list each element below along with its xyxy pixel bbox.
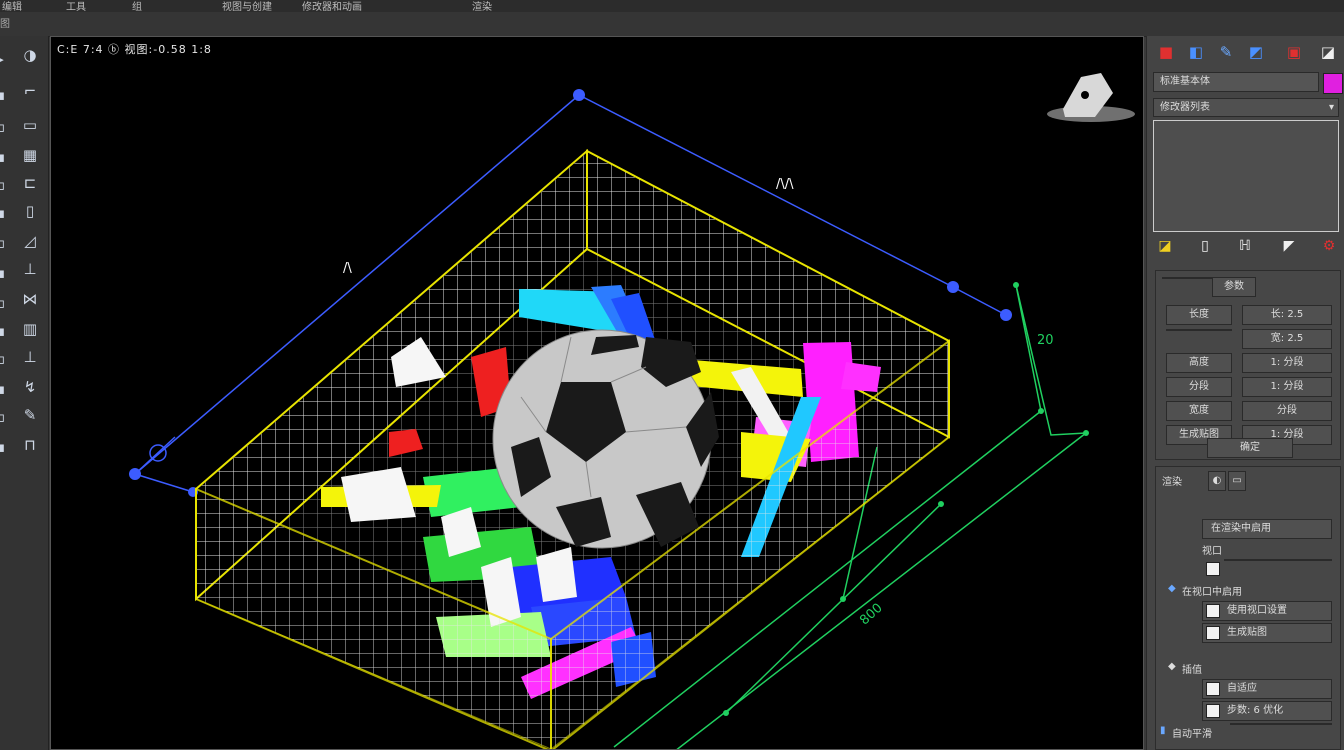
render-viewport-label: 视口 xyxy=(1202,546,1222,557)
params-ok-button[interactable]: 确定 xyxy=(1207,438,1293,458)
menu-bar: 编辑 工具 组 视图与创建 修改器和动画 渲染 xyxy=(0,0,1344,13)
viewport-scene xyxy=(129,73,1135,749)
soccer-ball xyxy=(492,329,719,549)
create-icon[interactable]: ■ xyxy=(1155,40,1177,64)
show-result-icon[interactable]: ▯ xyxy=(1193,234,1217,258)
object-name-field[interactable]: 标准基本体 xyxy=(1153,72,1319,92)
select-icon[interactable]: ▸ xyxy=(0,48,8,70)
curve-icon[interactable]: ▪ xyxy=(0,378,8,400)
space-icon[interactable]: ▥ xyxy=(18,318,42,340)
mirror-icon[interactable]: ▫ xyxy=(0,292,8,314)
align-icon[interactable]: ▪ xyxy=(0,262,8,284)
light-icon[interactable]: ⊥ xyxy=(18,258,42,280)
param-label-width-seg: 宽度 xyxy=(1166,401,1232,421)
modifier-icon[interactable]: ↯ xyxy=(18,376,42,398)
use-viewport-checkbox[interactable] xyxy=(1206,604,1220,618)
render-use-viewport-settings[interactable]: 使用视口设置 xyxy=(1202,601,1332,621)
display-icon[interactable]: ▣ xyxy=(1283,40,1305,64)
render-viewport-checkbox[interactable] xyxy=(1206,562,1220,576)
grid-icon[interactable]: ▦ xyxy=(18,144,42,166)
hierarchy-icon[interactable]: ✎ xyxy=(1215,40,1237,64)
param-length-field[interactable]: 长: 2.5 xyxy=(1242,305,1332,325)
remove-icon[interactable]: ◤ xyxy=(1277,234,1301,258)
param-width-field[interactable]: 宽: 2.5 xyxy=(1242,329,1332,349)
modifier-list-dropdown[interactable]: 修改器列表 ▾ xyxy=(1153,98,1339,117)
object-color-swatch[interactable] xyxy=(1323,73,1343,94)
sphere-icon[interactable]: ◑ xyxy=(18,44,42,66)
interpolation-header: 插值 xyxy=(1182,665,1202,676)
hierarchy-icon[interactable]: ✎ xyxy=(18,404,42,426)
modifier-list-label: 修改器列表 xyxy=(1160,102,1210,113)
book-icon[interactable]: ▯ xyxy=(18,200,42,222)
param-segments-field[interactable]: 1: 分段 xyxy=(1242,377,1332,397)
link-icon[interactable]: ▫ xyxy=(0,174,8,196)
steps-field[interactable]: 步数: 6 优化 xyxy=(1202,701,1332,721)
snap-icon[interactable]: ▫ xyxy=(0,348,8,370)
array-icon[interactable]: ▪ xyxy=(0,320,8,342)
adaptive-option[interactable]: 自适应 xyxy=(1202,679,1332,699)
rotate-icon[interactable]: ▫ xyxy=(0,116,8,138)
layer-icon[interactable]: ⊓ xyxy=(18,434,42,456)
scale-icon[interactable]: ▪ xyxy=(0,146,8,168)
render-generate-mapping[interactable]: 生成贴图 xyxy=(1202,623,1332,643)
dimension-label-right: 20 xyxy=(1037,333,1054,348)
unlink-icon[interactable]: ▪ xyxy=(0,202,8,224)
auto-smooth-label: 自动平滑 xyxy=(1172,729,1212,740)
render-enable-in-viewport: 在视口中启用 xyxy=(1182,587,1242,598)
param-height-field[interactable]: 1: 分段 xyxy=(1242,353,1332,373)
parameters-group: 参数 长度 长: 2.5 宽: 2.5 高度 1: 分段 分段 1: 分段 宽度… xyxy=(1155,270,1341,460)
toggle-icon[interactable]: ▭ xyxy=(1228,471,1246,491)
params-spacer xyxy=(1162,277,1212,279)
system-icon[interactable]: ⊥ xyxy=(18,346,42,368)
param-label-length: 长度 xyxy=(1166,305,1232,325)
secondary-toolbar-label: 图 xyxy=(0,19,10,30)
shape-icon[interactable]: ◿ xyxy=(18,230,42,252)
rendering-group: 渲染 ◐ ▭ 在渲染中启用 视口 ◆ 在视口中启用 使用视口设置 生成贴图 ◆ … xyxy=(1155,466,1341,750)
viewcube-icon xyxy=(1047,73,1135,122)
dimension-label-left: /\ xyxy=(343,261,352,276)
rendering-header: 渲染 xyxy=(1162,477,1182,488)
motion-icon[interactable]: ◩ xyxy=(1245,40,1267,64)
bind-icon[interactable]: ▫ xyxy=(0,232,8,254)
viewport-label[interactable]: C:E 7:4 ⓑ 视图:-0.58 1:8 xyxy=(57,41,212,57)
modifier-stack[interactable] xyxy=(1153,120,1339,232)
params-header[interactable]: 参数 xyxy=(1212,277,1256,297)
main-toolbar: ◑ ⌐ ▭ ▦ ⊏ ▯ ◿ ⊥ ⋈ ▥ ⊥ ↯ ✎ ⊓ ▸ ▪ ▫ ▪ ▫ ▪ … xyxy=(0,36,49,750)
modify-icon[interactable]: ◧ xyxy=(1185,40,1207,64)
interpolation-icon: ◆ xyxy=(1168,661,1176,672)
param-label-width xyxy=(1166,329,1232,331)
adaptive-checkbox[interactable] xyxy=(1206,682,1220,696)
command-panel: ■ ◧ ✎ ◩ ▣ ◪ 标准基本体 修改器列表 ▾ ◪ ▯ ℍ ◤ ⚙ 参数 长… xyxy=(1146,36,1344,750)
auto-smooth-icon: ▮ xyxy=(1160,725,1166,736)
monitor-icon[interactable]: ▭ xyxy=(18,114,42,136)
camera-icon[interactable]: ⌐ xyxy=(18,80,42,102)
render-expand-icon[interactable]: ◆ xyxy=(1168,583,1176,594)
chevron-down-icon: ▾ xyxy=(1328,102,1334,113)
pin-icon[interactable]: ◪ xyxy=(1153,234,1177,258)
render-enable-in-renderer[interactable]: 在渲染中启用 xyxy=(1202,519,1332,539)
perspective-viewport[interactable]: C:E 7:4 ⓑ 视图:-0.58 1:8 /\/\ /\ 20 800 xyxy=(50,36,1144,750)
optimize-checkbox[interactable] xyxy=(1206,704,1220,718)
secondary-toolbar: 图 xyxy=(0,12,1344,37)
render-icon[interactable]: ▫ xyxy=(0,406,8,428)
utilities-icon[interactable]: ◪ xyxy=(1317,40,1339,64)
material-icon[interactable]: ▪ xyxy=(0,436,8,458)
move-icon[interactable]: ▪ xyxy=(0,84,8,106)
param-label-segments: 分段 xyxy=(1166,377,1232,397)
unique-icon[interactable]: ℍ xyxy=(1233,234,1257,258)
dimension-label-top: /\/\ xyxy=(776,177,794,192)
param-width-seg-field[interactable]: 分段 xyxy=(1242,401,1332,421)
render-viewport-field[interactable] xyxy=(1224,559,1332,561)
param-label-height: 高度 xyxy=(1166,353,1232,373)
toggle-icon[interactable]: ◐ xyxy=(1208,471,1226,491)
auto-smooth-field[interactable] xyxy=(1230,723,1332,725)
configure-icon[interactable]: ⚙ xyxy=(1317,234,1341,258)
generate-mapping-checkbox[interactable] xyxy=(1206,626,1220,640)
box-icon[interactable]: ⊏ xyxy=(18,172,42,194)
helper-icon[interactable]: ⋈ xyxy=(18,288,42,310)
